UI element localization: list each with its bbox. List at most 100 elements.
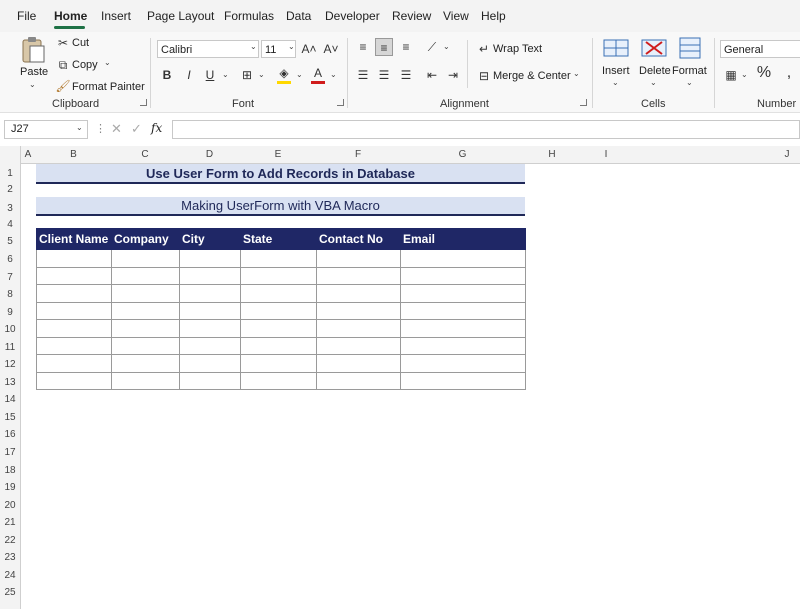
format-painter-button[interactable]: Format Painter: [72, 81, 145, 93]
header-client-name[interactable]: Client Name: [36, 228, 112, 250]
table-cell[interactable]: [179, 266, 241, 285]
delete-cells-button[interactable]: Delete ⌄: [638, 36, 671, 92]
column-header[interactable]: J: [760, 146, 800, 163]
table-cell[interactable]: [240, 354, 317, 373]
row-header[interactable]: 23: [0, 552, 20, 563]
paste-button[interactable]: Paste ⌄: [18, 36, 48, 92]
sheet-title[interactable]: Use User Form to Add Records in Database: [36, 164, 525, 184]
row-header[interactable]: 4: [0, 219, 20, 230]
column-header[interactable]: E: [240, 146, 316, 163]
row-header[interactable]: 21: [0, 517, 20, 528]
table-cell[interactable]: [179, 371, 241, 390]
dialog-launcher-icon[interactable]: [580, 99, 587, 106]
sheet-subtitle[interactable]: Making UserForm with VBA Macro: [36, 197, 525, 216]
table-cell[interactable]: [316, 336, 401, 355]
table-cell[interactable]: [400, 354, 526, 373]
table-cell[interactable]: [316, 371, 401, 390]
merge-center-button[interactable]: Merge & Center: [493, 70, 571, 82]
percent-style-button[interactable]: %: [755, 64, 773, 82]
row-header[interactable]: 2: [0, 184, 20, 195]
row-header[interactable]: 11: [0, 342, 20, 353]
cancel-icon[interactable]: ✕: [111, 121, 122, 137]
menu-developer[interactable]: Developer: [325, 9, 380, 23]
insert-cells-button[interactable]: Insert ⌄: [600, 36, 632, 92]
align-right-icon[interactable]: ☰: [397, 66, 415, 84]
table-cell[interactable]: [400, 284, 526, 303]
underline-button[interactable]: U: [201, 66, 219, 84]
bold-button[interactable]: B: [158, 66, 176, 84]
chevron-down-icon[interactable]: ⌄: [76, 123, 83, 132]
column-header[interactable]: G: [400, 146, 525, 163]
table-cell[interactable]: [111, 301, 180, 320]
formula-input[interactable]: [172, 120, 800, 139]
table-cell[interactable]: [316, 354, 401, 373]
menu-page-layout[interactable]: Page Layout: [147, 9, 214, 23]
merge-center-icon[interactable]: ⊟: [475, 67, 493, 85]
chevron-down-icon[interactable]: ⌄: [296, 70, 303, 79]
row-header[interactable]: 5: [0, 236, 20, 247]
row-header[interactable]: 6: [0, 254, 20, 265]
column-header[interactable]: F: [316, 146, 400, 163]
header-contact-no[interactable]: Contact No: [316, 228, 401, 250]
table-cell[interactable]: [240, 284, 317, 303]
row-header[interactable]: 15: [0, 412, 20, 423]
wrap-text-button[interactable]: Wrap Text: [493, 43, 542, 55]
column-header[interactable]: C: [111, 146, 179, 163]
menu-data[interactable]: Data: [286, 9, 311, 23]
table-cell[interactable]: [400, 301, 526, 320]
table-cell[interactable]: [400, 266, 526, 285]
row-header[interactable]: 8: [0, 289, 20, 300]
chevron-down-icon[interactable]: ⌄: [443, 42, 450, 51]
select-all-corner[interactable]: [0, 146, 21, 163]
decrease-font-icon[interactable]: A˅: [322, 40, 340, 58]
format-cells-button[interactable]: Format ⌄: [672, 36, 708, 92]
chevron-down-icon[interactable]: ⌄: [250, 42, 257, 51]
increase-indent-icon[interactable]: ⇥: [444, 66, 462, 84]
copy-icon[interactable]: ⧉: [54, 56, 72, 74]
table-cell[interactable]: [400, 336, 526, 355]
header-city[interactable]: City: [179, 228, 241, 250]
table-cell[interactable]: [316, 249, 401, 268]
column-header[interactable]: B: [36, 146, 111, 163]
table-cell[interactable]: [316, 319, 401, 338]
table-cell[interactable]: [400, 249, 526, 268]
table-cell[interactable]: [240, 249, 317, 268]
menu-home[interactable]: Home: [54, 9, 87, 23]
row-header[interactable]: 20: [0, 500, 20, 511]
table-cell[interactable]: [400, 319, 526, 338]
align-top-icon[interactable]: ≡: [354, 38, 372, 56]
row-header[interactable]: 9: [0, 307, 20, 318]
insert-function-button[interactable]: fx: [151, 121, 162, 135]
chevron-down-icon[interactable]: ⌄: [104, 58, 111, 67]
chevron-down-icon[interactable]: ⌄: [330, 70, 337, 79]
table-cell[interactable]: [111, 336, 180, 355]
row-header[interactable]: 19: [0, 482, 20, 493]
accounting-format-icon[interactable]: ▦: [722, 66, 740, 84]
column-header[interactable]: I: [579, 146, 633, 163]
font-color-icon[interactable]: A: [309, 64, 327, 82]
row-header[interactable]: 16: [0, 429, 20, 440]
row-header[interactable]: 17: [0, 447, 20, 458]
table-cell[interactable]: [111, 249, 180, 268]
align-center-icon[interactable]: ☰: [375, 66, 393, 84]
align-middle-icon[interactable]: ≡: [375, 38, 393, 56]
table-cell[interactable]: [111, 354, 180, 373]
table-cell[interactable]: [316, 284, 401, 303]
table-cell[interactable]: [179, 319, 241, 338]
header-company[interactable]: Company: [111, 228, 180, 250]
copy-button[interactable]: Copy: [72, 59, 98, 71]
menu-help[interactable]: Help: [481, 9, 506, 23]
align-bottom-icon[interactable]: ≡: [397, 38, 415, 56]
table-cell[interactable]: [179, 284, 241, 303]
header-email[interactable]: Email: [400, 228, 526, 250]
dialog-launcher-icon[interactable]: [337, 99, 344, 106]
font-name-select[interactable]: Calibri: [157, 40, 259, 58]
header-state[interactable]: State: [240, 228, 317, 250]
align-left-icon[interactable]: ☰: [354, 66, 372, 84]
dialog-launcher-icon[interactable]: [140, 99, 147, 106]
row-header[interactable]: 1: [0, 168, 20, 179]
row-header[interactable]: 13: [0, 377, 20, 388]
table-cell[interactable]: [111, 284, 180, 303]
table-cell[interactable]: [36, 284, 112, 303]
row-header[interactable]: 25: [0, 587, 20, 598]
